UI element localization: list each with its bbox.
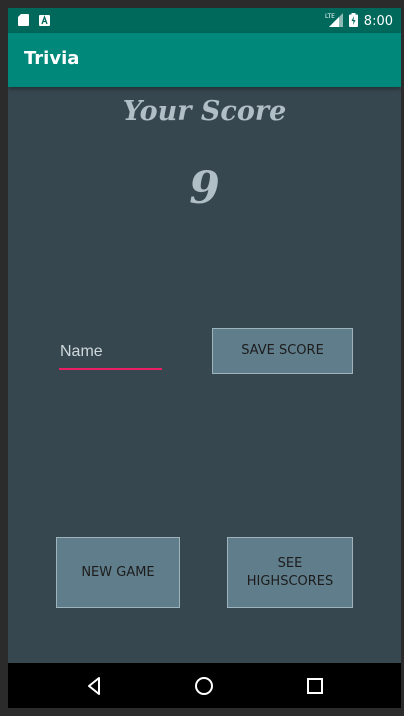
- status-time: 8:00: [363, 13, 393, 29]
- network-type-label: LTE: [325, 13, 335, 20]
- score-heading: Your Score: [122, 96, 287, 127]
- app-bar: Trivia: [8, 33, 401, 87]
- score-value: 9: [189, 163, 220, 214]
- a-notification-icon: [39, 14, 50, 26]
- name-input[interactable]: [59, 338, 162, 370]
- sd-card-icon: [18, 14, 29, 26]
- status-bar: LTE 8:00: [8, 8, 401, 33]
- save-score-button[interactable]: SAVE SCORE: [212, 328, 353, 374]
- app-title: Trivia: [24, 48, 80, 69]
- device-screen: LTE 8:00 Trivia Your Score 9 SAVE SCORE …: [8, 8, 401, 708]
- new-game-button[interactable]: NEW GAME: [56, 537, 180, 608]
- home-icon[interactable]: [193, 675, 215, 697]
- recents-icon[interactable]: [304, 675, 326, 697]
- signal-icon: LTE: [325, 12, 343, 31]
- see-highscores-button[interactable]: SEE HIGHSCORES: [227, 537, 353, 608]
- back-icon[interactable]: [84, 675, 106, 697]
- navigation-bar: [8, 663, 401, 708]
- battery-charging-icon: [348, 12, 358, 31]
